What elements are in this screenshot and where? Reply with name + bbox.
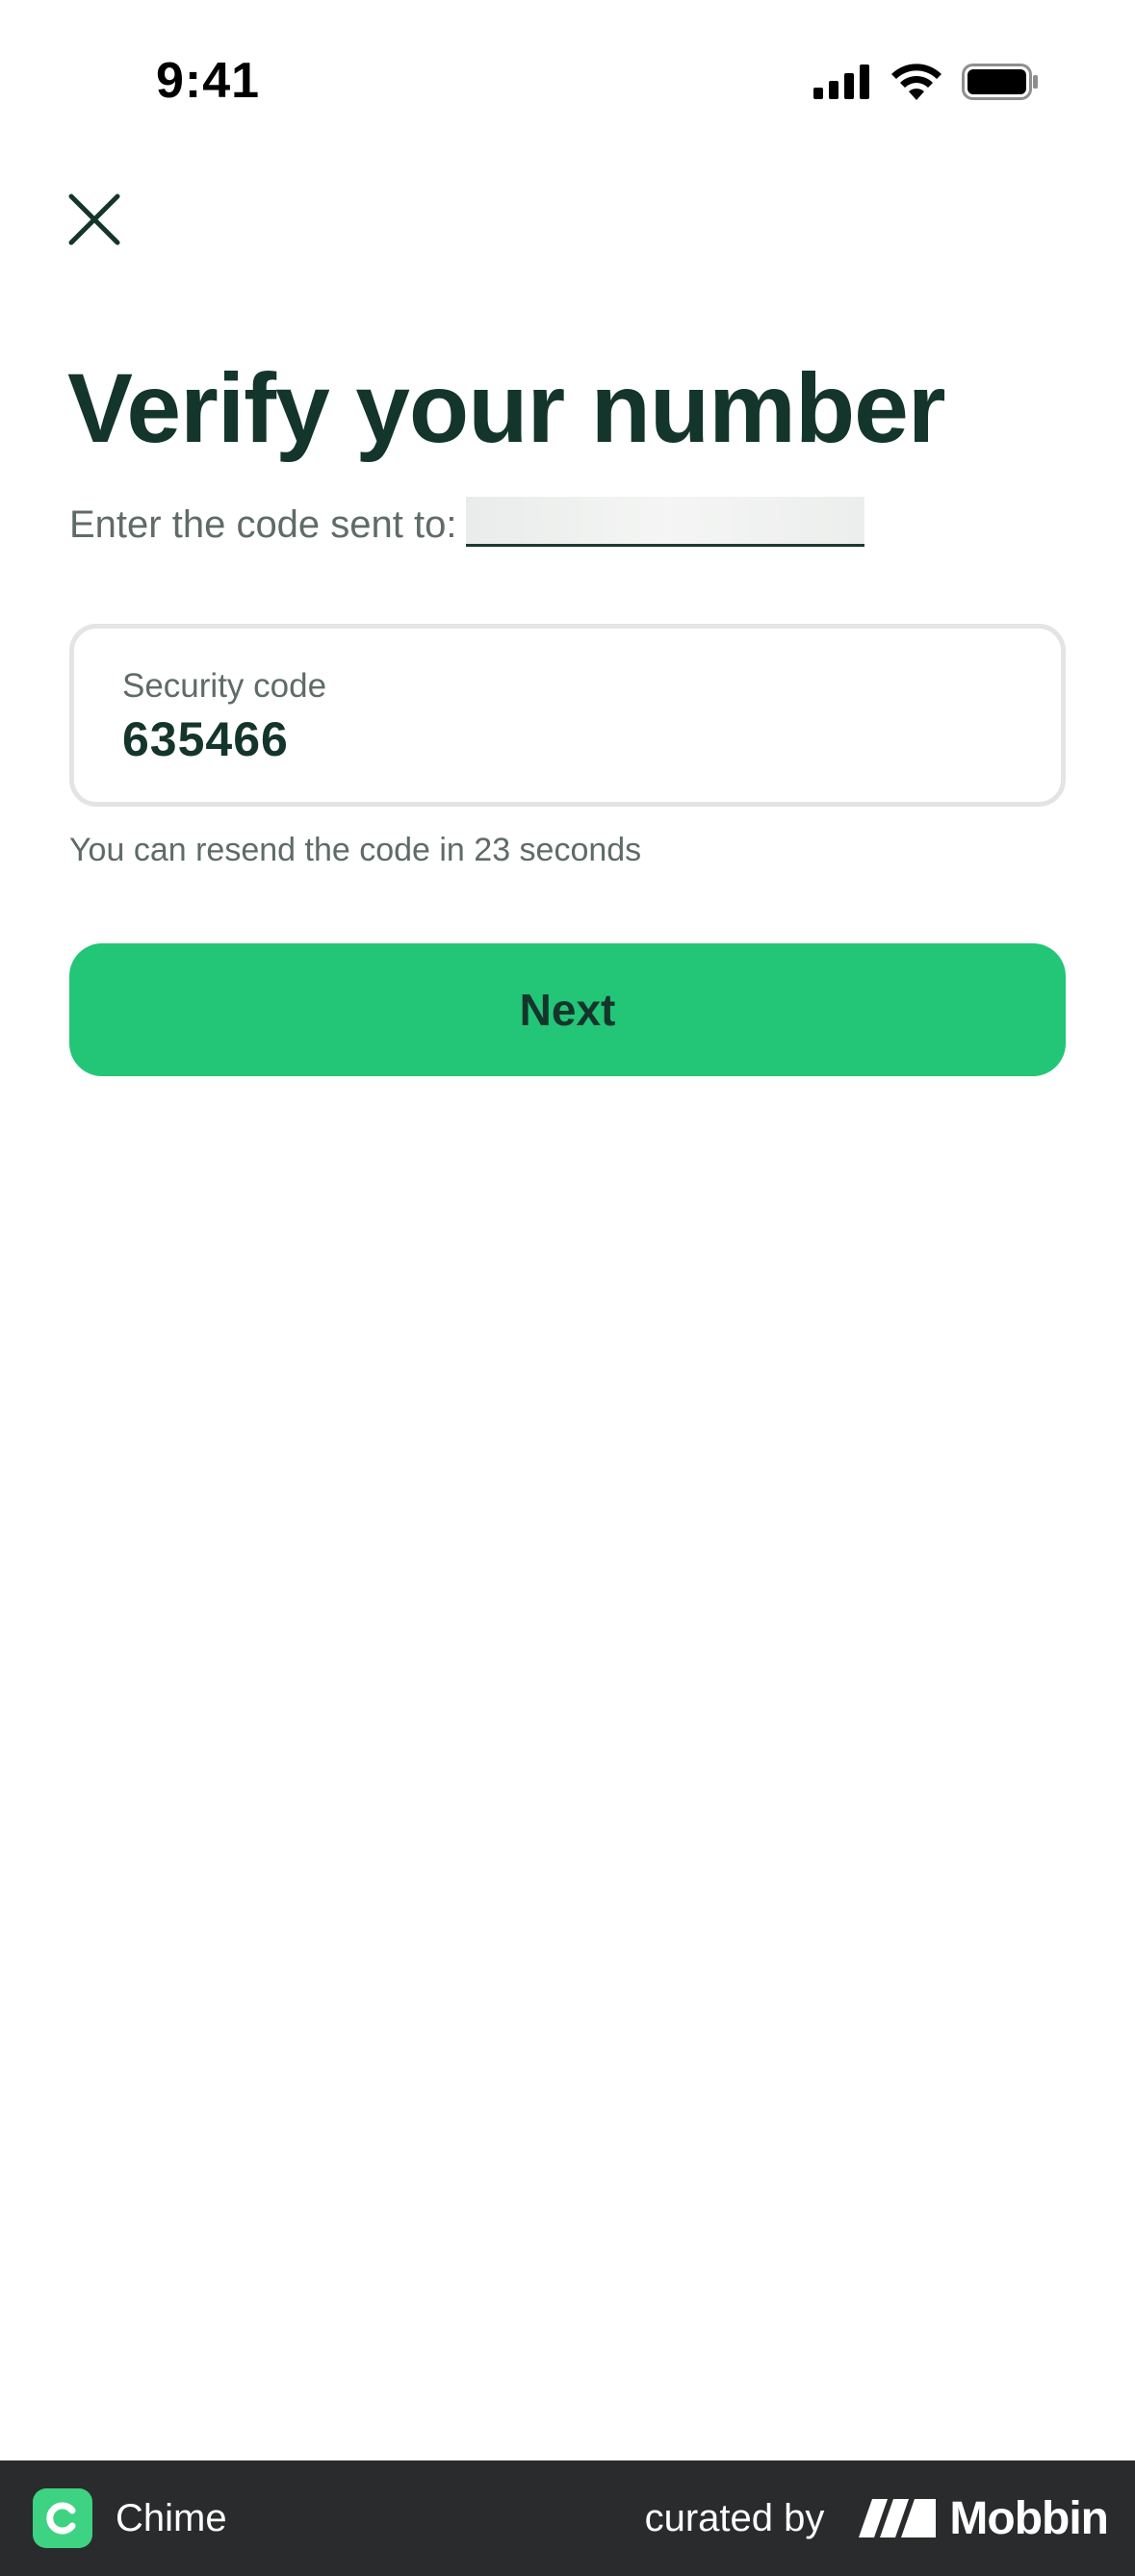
chime-logo-icon [33, 2488, 92, 2548]
wifi-icon [891, 64, 942, 100]
close-button[interactable] [64, 189, 125, 250]
next-button[interactable]: Next [69, 943, 1066, 1076]
brand-name: Mobbin [949, 2492, 1109, 2544]
status-bar: 9:41 [0, 0, 1135, 164]
cellular-signal-icon [813, 64, 869, 99]
curated-by-text: curated by [644, 2496, 825, 2539]
resend-countdown: You can resend the code in 23 seconds [69, 832, 642, 868]
footer-bar: Chime curated by Mobbin [0, 2460, 1135, 2576]
subtitle-row: Enter the code sent to: [69, 497, 865, 547]
close-icon [68, 193, 120, 245]
verify-number-screen: 9:41 Verify your number Enter the code s… [0, 0, 1135, 2576]
curator-branding: curated by Mobbin [644, 2492, 1109, 2545]
security-code-field[interactable]: Security code 635466 [69, 624, 1066, 807]
status-time: 9:41 [156, 53, 261, 109]
battery-icon [962, 64, 1038, 100]
app-branding: Chime [33, 2488, 227, 2548]
app-name: Chime [116, 2496, 227, 2539]
security-code-label: Security code [122, 667, 327, 705]
security-code-value[interactable]: 635466 [122, 711, 289, 767]
status-icons [813, 64, 1039, 100]
redacted-phone-number [466, 497, 865, 547]
page-title: Verify your number [67, 353, 946, 463]
subtitle: Enter the code sent to: [69, 503, 457, 546]
mobbin-logo-icon [859, 2499, 937, 2537]
mobbin-brand: Mobbin [859, 2492, 1109, 2545]
